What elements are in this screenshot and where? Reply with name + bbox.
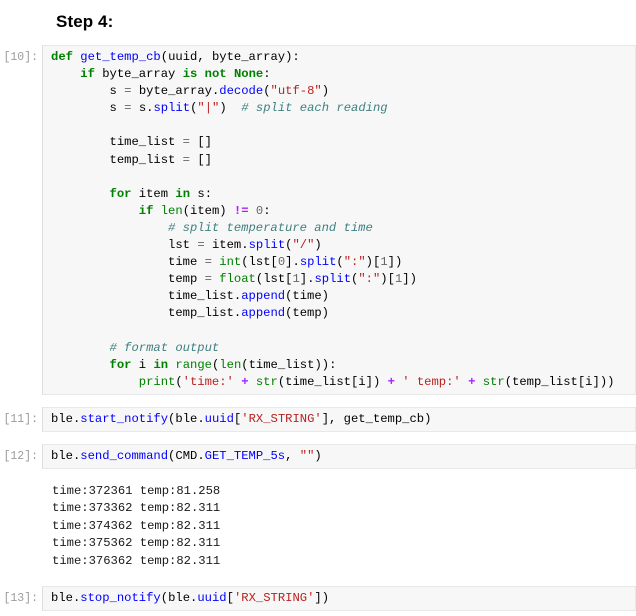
code-cell-11[interactable]: [11]: ble.start_notify(ble.uuid['RX_STRI… (0, 406, 636, 432)
page-title: Step 4: (56, 12, 114, 31)
prompt-label-13: [13]: (3, 592, 38, 606)
code-editor-10[interactable]: def get_temp_cb(uuid, byte_array): if by… (42, 45, 636, 395)
prompt-label-11: [11]: (3, 412, 38, 426)
markdown-cell-step4[interactable]: Step 4: (0, 0, 636, 33)
code-editor-13[interactable]: ble.stop_notify(ble.uuid['RX_STRING']) (42, 586, 636, 612)
code-cell-13[interactable]: [13]: ble.stop_notify(ble.uuid['RX_STRIN… (0, 586, 636, 612)
notebook-container: Step 4: [10]: def get_temp_cb(uuid, byte… (0, 0, 636, 612)
code-source-12[interactable]: ble.send_command(CMD.GET_TEMP_5s, "") (51, 448, 631, 465)
code-editor-11[interactable]: ble.start_notify(ble.uuid['RX_STRING'], … (42, 406, 636, 432)
stdout-container-12: time:372361 temp:81.258 time:373362 temp… (42, 479, 636, 575)
code-cell-10[interactable]: [10]: def get_temp_cb(uuid, byte_array):… (0, 45, 636, 395)
stdout-text-12: time:372361 temp:81.258 time:373362 temp… (52, 484, 221, 568)
prompt-label-10: [10]: (3, 51, 38, 64)
output-area-12: time:372361 temp:81.258 time:373362 temp… (0, 479, 636, 575)
code-source-13[interactable]: ble.stop_notify(ble.uuid['RX_STRING']) (51, 590, 631, 607)
code-source-10[interactable]: def get_temp_cb(uuid, byte_array): if by… (51, 49, 631, 391)
code-source-11[interactable]: ble.start_notify(ble.uuid['RX_STRING'], … (51, 411, 631, 428)
code-cell-12[interactable]: [12]: ble.send_command(CMD.GET_TEMP_5s, … (0, 443, 636, 470)
code-editor-12[interactable]: ble.send_command(CMD.GET_TEMP_5s, "") (42, 443, 636, 470)
prompt-label-12: [12]: (3, 449, 38, 463)
